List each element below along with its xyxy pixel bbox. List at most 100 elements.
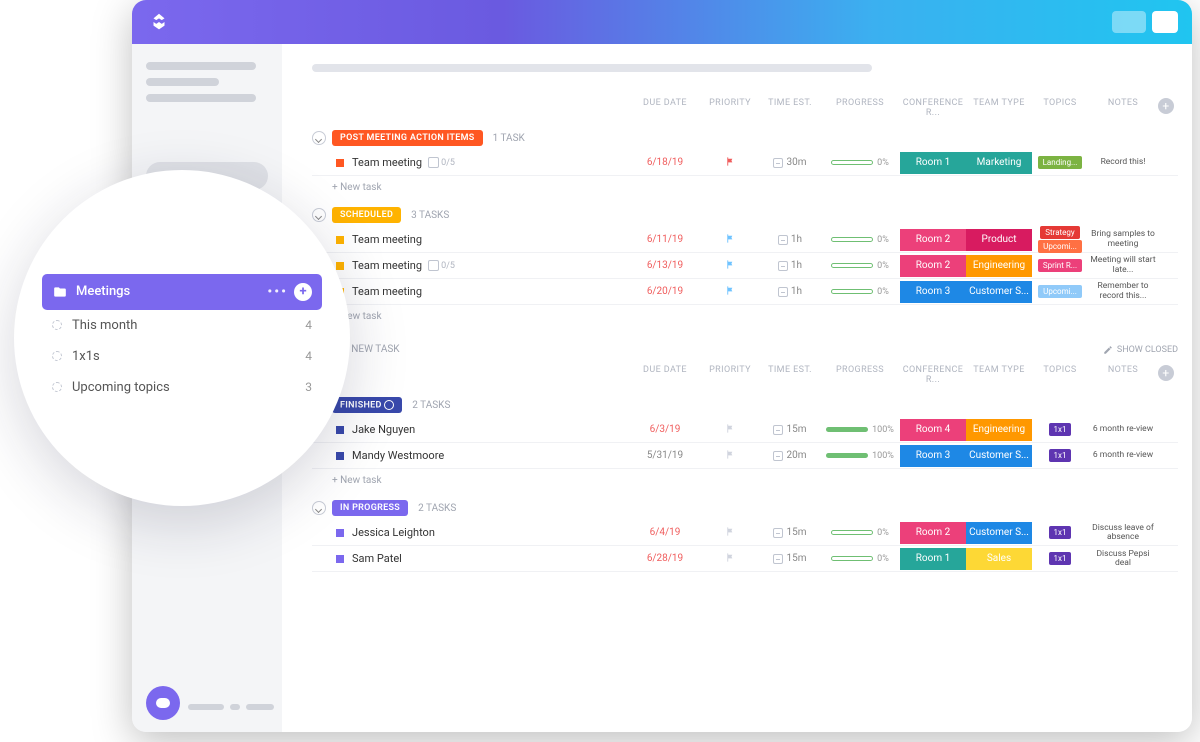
topic-tag[interactable]: Strategy — [1040, 226, 1079, 239]
team-type-tag[interactable]: Customer S... — [966, 445, 1032, 467]
topics-cell[interactable]: Upcomi... — [1032, 285, 1088, 298]
topic-tag[interactable]: Upcomi... — [1038, 240, 1082, 253]
folder-menu-icon[interactable]: ••• — [267, 284, 288, 300]
chat-icon[interactable] — [146, 686, 180, 720]
team-type-tag[interactable]: Engineering — [966, 419, 1032, 441]
notes-cell[interactable]: Remember to record this... — [1088, 282, 1158, 301]
notes-cell[interactable]: Meeting will start late... — [1088, 256, 1158, 275]
notes-cell[interactable]: Discuss Pepsi deal — [1088, 550, 1158, 569]
notes-cell[interactable]: Discuss leave of absence — [1088, 524, 1158, 543]
task-row[interactable]: Team meeting 6/20/19 1h 0% Room 3 Custom… — [312, 279, 1178, 305]
priority-flag[interactable] — [700, 233, 760, 247]
time-estimate[interactable]: 30m — [760, 157, 820, 168]
priority-flag[interactable] — [700, 259, 760, 273]
due-date[interactable]: 6/18/19 — [630, 157, 700, 168]
conference-room-tag[interactable]: Room 4 — [900, 419, 966, 441]
time-estimate[interactable]: 1h — [760, 260, 820, 271]
task-row[interactable]: Jessica Leighton 6/4/19 15m 0% Room 2 Cu… — [312, 520, 1178, 546]
task-status-square[interactable] — [336, 452, 344, 460]
new-task-link[interactable]: + New task — [312, 305, 1178, 328]
status-group-header[interactable]: POST MEETING ACTION ITEMS 1 TASK — [312, 130, 1178, 146]
add-column-button[interactable]: + — [1158, 98, 1174, 114]
priority-flag[interactable] — [700, 156, 760, 170]
progress-cell[interactable]: 100% — [820, 451, 900, 461]
notes-cell[interactable]: 6 month re-view — [1088, 451, 1158, 460]
topic-tag[interactable]: 1x1 — [1049, 526, 1072, 539]
task-row[interactable]: Team meeting 0/5 6/13/19 1h 0% Room 2 En… — [312, 253, 1178, 279]
task-status-square[interactable] — [336, 529, 344, 537]
time-estimate[interactable]: 1h — [760, 234, 820, 245]
task-row[interactable]: Sam Patel 6/28/19 15m 0% Room 1 Sales 1x… — [312, 546, 1178, 572]
priority-flag[interactable] — [700, 285, 760, 299]
status-group-header[interactable]: SCHEDULED 3 TASKS — [312, 207, 1178, 223]
topic-tag[interactable]: Sprint R... — [1038, 259, 1082, 272]
status-group-header[interactable]: IN PROGRESS 2 TASKS — [312, 500, 1178, 516]
progress-cell[interactable]: 100% — [820, 425, 900, 435]
collapse-icon[interactable] — [312, 501, 326, 515]
topic-tag[interactable]: Upcomi... — [1038, 285, 1082, 298]
team-type-tag[interactable]: Customer S... — [966, 281, 1032, 303]
status-group-header[interactable]: FINISHED 2 TASKS — [312, 397, 1178, 413]
progress-cell[interactable]: 0% — [820, 158, 900, 168]
time-estimate[interactable]: 15m — [760, 527, 820, 538]
due-date[interactable]: 6/13/19 — [630, 260, 700, 271]
task-status-square[interactable] — [336, 236, 344, 244]
priority-flag[interactable] — [700, 423, 760, 437]
sidebar-list-item[interactable]: This month 4 — [42, 310, 322, 341]
task-status-square[interactable] — [336, 159, 344, 167]
topic-tag[interactable]: 1x1 — [1049, 423, 1072, 436]
team-type-tag[interactable]: Product — [966, 229, 1032, 251]
conference-room-tag[interactable]: Room 3 — [900, 281, 966, 303]
due-date[interactable]: 6/3/19 — [630, 424, 700, 435]
conference-room-tag[interactable]: Room 2 — [900, 229, 966, 251]
progress-cell[interactable]: 0% — [820, 528, 900, 538]
new-task-link[interactable]: + NEW TASK — [343, 344, 399, 355]
topics-cell[interactable]: 1x1 — [1032, 526, 1088, 539]
add-list-button[interactable]: + — [294, 283, 312, 301]
conference-room-tag[interactable]: Room 3 — [900, 445, 966, 467]
task-row[interactable]: Team meeting 0/5 6/18/19 30m 0% Room 1 M… — [312, 150, 1178, 176]
topics-cell[interactable]: Sprint R... — [1032, 259, 1088, 272]
priority-flag[interactable] — [700, 526, 760, 540]
collapse-icon[interactable] — [312, 208, 326, 222]
notes-cell[interactable]: Record this! — [1088, 158, 1158, 167]
due-date[interactable]: 6/28/19 — [630, 553, 700, 564]
progress-cell[interactable]: 0% — [820, 287, 900, 297]
progress-cell[interactable]: 0% — [820, 235, 900, 245]
notes-cell[interactable]: 6 month re-view — [1088, 425, 1158, 434]
topic-tag[interactable]: Landing... — [1038, 156, 1083, 169]
due-date[interactable]: 6/11/19 — [630, 234, 700, 245]
topic-tag[interactable]: 1x1 — [1049, 552, 1072, 565]
add-column-button[interactable]: + — [1158, 365, 1174, 381]
conference-room-tag[interactable]: Room 2 — [900, 522, 966, 544]
new-task-link[interactable]: + New task — [312, 469, 1178, 492]
time-estimate[interactable]: 15m — [760, 424, 820, 435]
task-status-square[interactable] — [336, 426, 344, 434]
notes-cell[interactable]: Bring samples to meeting — [1088, 230, 1158, 249]
task-status-square[interactable] — [336, 555, 344, 563]
team-type-tag[interactable]: Engineering — [966, 255, 1032, 277]
topbar-button-2[interactable] — [1152, 11, 1178, 33]
topics-cell[interactable]: StrategyUpcomi... — [1032, 226, 1088, 253]
time-estimate[interactable]: 20m — [760, 450, 820, 461]
priority-flag[interactable] — [700, 552, 760, 566]
folder-meetings[interactable]: Meetings ••• + — [42, 274, 322, 310]
time-estimate[interactable]: 15m — [760, 553, 820, 564]
due-date[interactable]: 6/20/19 — [630, 286, 700, 297]
conference-room-tag[interactable]: Room 1 — [900, 548, 966, 570]
due-date[interactable]: 6/4/19 — [630, 527, 700, 538]
task-row[interactable]: Jake Nguyen 6/3/19 15m 100% Room 4 Engin… — [312, 417, 1178, 443]
time-estimate[interactable]: 1h — [760, 286, 820, 297]
progress-cell[interactable]: 0% — [820, 554, 900, 564]
conference-room-tag[interactable]: Room 2 — [900, 255, 966, 277]
sidebar-list-item[interactable]: 1x1s 4 — [42, 341, 322, 372]
progress-cell[interactable]: 0% — [820, 261, 900, 271]
due-date[interactable]: 5/31/19 — [630, 450, 700, 461]
team-type-tag[interactable]: Marketing — [966, 152, 1032, 174]
task-row[interactable]: Mandy Westmoore 5/31/19 20m 100% Room 3 … — [312, 443, 1178, 469]
task-status-square[interactable] — [336, 262, 344, 270]
conference-room-tag[interactable]: Room 1 — [900, 152, 966, 174]
topics-cell[interactable]: 1x1 — [1032, 423, 1088, 436]
new-task-link[interactable]: + New task — [312, 176, 1178, 199]
sidebar-list-item[interactable]: Upcoming topics 3 — [42, 372, 322, 403]
